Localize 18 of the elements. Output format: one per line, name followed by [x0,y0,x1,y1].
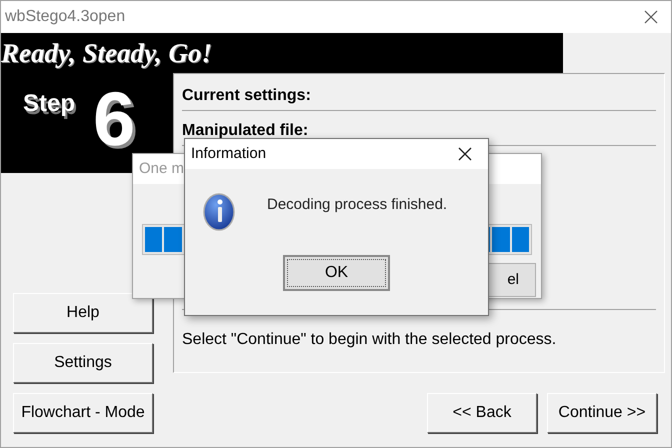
step-label: Step [23,89,76,119]
banner-heading: Ready, Steady, Go! [1,40,212,67]
section-heading: Current settings: [182,84,656,111]
window-title: wbStego4.3open [5,7,126,27]
dialog-title: One m [139,158,184,179]
dialog-title: Information [191,144,266,164]
close-icon[interactable] [458,147,472,161]
info-icon [203,191,235,231]
button[interactable]: Continue >> [547,393,657,433]
step-number: 6 [93,82,136,158]
button[interactable]: << Back [427,393,537,433]
button[interactable]: Flowchart - Mode [13,393,153,433]
info-message: Decoding process finished. [267,195,448,215]
close-icon[interactable] [643,9,659,25]
button[interactable]: Help [13,293,153,333]
instruction-text: Select "Continue" to begin with the selected process. [182,330,558,350]
button[interactable]: Settings [13,343,153,383]
ok-button[interactable]: OK [283,255,390,291]
